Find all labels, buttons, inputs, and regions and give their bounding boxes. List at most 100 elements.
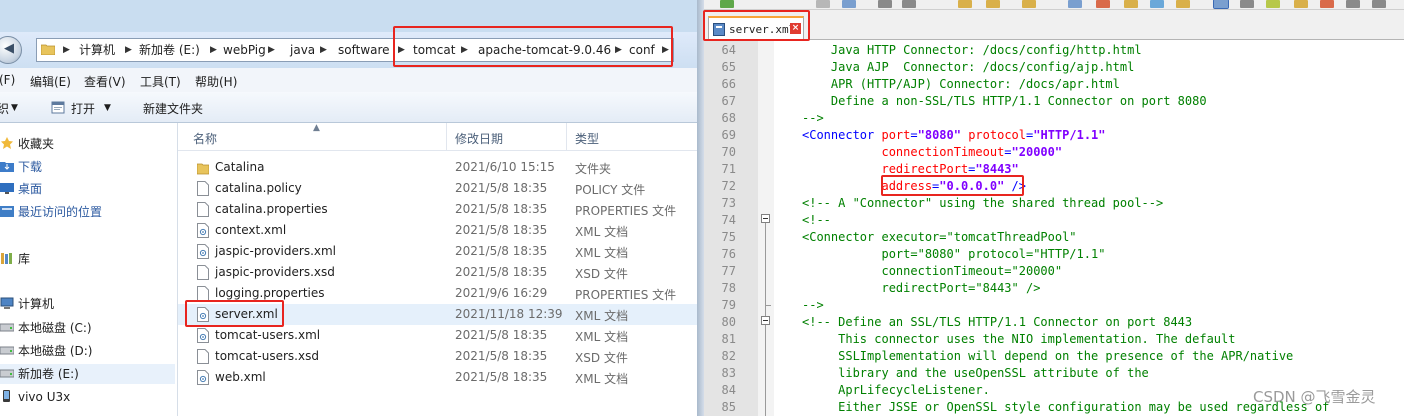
xml-file-icon <box>197 328 209 343</box>
toolbar-icon[interactable] <box>1022 0 1036 8</box>
column-header-type[interactable]: 类型 <box>575 130 599 147</box>
breadcrumb-separator[interactable]: ▶ <box>320 42 327 60</box>
menu-file[interactable]: (F) <box>0 73 15 87</box>
column-divider[interactable] <box>446 123 447 151</box>
chevron-down-icon[interactable]: ▼ <box>11 103 18 113</box>
chevron-down-icon[interactable]: ▼ <box>104 103 111 113</box>
back-button[interactable]: ◀ <box>0 36 22 64</box>
toolbar-icon[interactable] <box>1294 0 1308 8</box>
file-date: 2021/5/8 18:35 <box>455 349 548 363</box>
toolbar-icon[interactable] <box>1213 0 1229 9</box>
open-button[interactable]: 打开 <box>71 100 95 117</box>
code-token: library and the useOpenSSL attribute of … <box>802 366 1149 380</box>
nav-item-drive-c[interactable]: 本地磁盘 (C:) <box>0 318 92 338</box>
xml-file-icon <box>197 223 209 238</box>
line-number: 85 <box>721 400 736 414</box>
breadcrumb-item[interactable]: software <box>338 42 390 60</box>
toolbar-icon[interactable] <box>986 0 1000 8</box>
toolbar-icon[interactable] <box>1346 0 1360 8</box>
toolbar-icon[interactable] <box>1266 0 1280 8</box>
line-number: 76 <box>721 247 736 261</box>
code-text: SSLImplementation will depend on the pre… <box>802 349 1293 363</box>
breadcrumb-separator[interactable]: ▶ <box>125 42 132 60</box>
toolbar-icon[interactable] <box>902 0 916 8</box>
file-row[interactable]: catalina.policy 2021/5/8 18:35 POLICY 文件 <box>178 178 697 199</box>
menu-edit[interactable]: 编辑(E) <box>30 73 71 90</box>
toolbar-icon[interactable] <box>1320 0 1334 8</box>
breadcrumb-item[interactable]: 计算机 <box>79 42 115 60</box>
column-header-name[interactable]: 名称 <box>193 130 217 147</box>
folder-icon <box>196 160 210 175</box>
file-row[interactable]: jaspic-providers.xml 2021/5/8 18:35 XML 文档 <box>178 241 697 262</box>
column-divider[interactable] <box>566 123 567 151</box>
toolbar-icon[interactable] <box>1124 0 1138 8</box>
organize-button[interactable]: 织 <box>0 100 9 117</box>
nav-item-recent[interactable]: 最近访问的位置 <box>0 202 102 222</box>
file-date: 2021/9/6 16:29 <box>455 286 548 300</box>
toolbar-icon[interactable] <box>1068 0 1082 8</box>
nav-item-computer[interactable]: 计算机 <box>0 294 54 314</box>
nav-item-favorites[interactable]: 收藏夹 <box>0 134 54 154</box>
code-text: port="8080" protocol="HTTP/1.1" <box>802 247 1105 261</box>
toolbar-icon[interactable] <box>816 0 830 8</box>
file-row[interactable]: web.xml 2021/5/8 18:35 XML 文档 <box>178 367 697 388</box>
toolbar-icon[interactable] <box>1240 0 1254 8</box>
code-line: 75 <Connector executor="tomcatThreadPool" <box>704 229 1404 246</box>
file-row[interactable]: jaspic-providers.xsd 2021/5/8 18:35 XSD 文件 <box>178 262 697 283</box>
sort-ascending-icon: ▲ <box>313 123 320 133</box>
menu-view[interactable]: 查看(V) <box>84 73 126 90</box>
breadcrumb-item[interactable]: 新加卷 (E:) <box>139 42 200 60</box>
nav-item-desktop[interactable]: 桌面 <box>0 179 42 199</box>
line-number: 65 <box>721 60 736 74</box>
column-header-date[interactable]: 修改日期 <box>455 130 503 147</box>
breadcrumb-item[interactable]: webPig <box>223 42 266 60</box>
code-line: 70 connectionTimeout="20000" <box>704 144 1404 161</box>
code-line: 76 port="8080" protocol="HTTP/1.1" <box>704 246 1404 263</box>
file-row[interactable]: Catalina 2021/6/10 15:15 文件夹 <box>178 157 697 178</box>
toolbar-icon[interactable] <box>842 0 856 8</box>
file-row[interactable]: tomcat-users.xsd 2021/5/8 18:35 XSD 文件 <box>178 346 697 367</box>
toolbar-icon[interactable] <box>1096 0 1110 8</box>
breadcrumb-item[interactable]: java <box>290 42 315 60</box>
toolbar-icon[interactable] <box>1372 0 1386 8</box>
file-type: XML 文档 <box>575 225 629 239</box>
toolbar-icon[interactable] <box>1176 0 1190 8</box>
code-line: 71 redirectPort="8443" <box>704 161 1404 178</box>
menu-tools[interactable]: 工具(T) <box>140 73 181 90</box>
line-number: 78 <box>721 281 736 295</box>
command-bar: 织 ▼ 打开 ▼ 新建文件夹 <box>0 92 697 123</box>
download-folder-icon <box>0 162 14 172</box>
nav-item-drive-d[interactable]: 本地磁盘 (D:) <box>0 341 92 361</box>
file-row[interactable]: context.xml 2021/5/8 18:35 XML 文档 <box>178 220 697 241</box>
code-token: = <box>910 128 918 142</box>
code-token: = <box>1004 145 1012 159</box>
nav-label: 库 <box>18 252 31 266</box>
nav-item-downloads[interactable]: 下载 <box>0 157 42 177</box>
code-line: 83 library and the useOpenSSL attribute … <box>704 365 1404 382</box>
breadcrumb-separator[interactable]: ▶ <box>210 42 217 60</box>
file-name: Catalina <box>215 160 265 174</box>
file-row[interactable]: catalina.properties 2021/5/8 18:35 PROPERT… <box>178 199 697 220</box>
nav-item-library[interactable]: 库 <box>0 249 30 269</box>
nav-item-drive-e[interactable]: 新加卷 (E:) <box>0 364 175 384</box>
code-token: <!-- <box>802 213 831 227</box>
toolbar-icon[interactable] <box>958 0 972 8</box>
new-file-icon[interactable] <box>720 0 734 8</box>
file-row[interactable]: tomcat-users.xml 2021/5/8 18:35 XML 文档 <box>178 325 697 346</box>
code-text: <Connector port="8080" protocol="HTTP/1.… <box>802 128 1106 142</box>
breadcrumb-separator[interactable]: ▶ <box>63 42 70 60</box>
new-folder-button[interactable]: 新建文件夹 <box>143 100 203 117</box>
toolbar-icon[interactable] <box>878 0 892 8</box>
file-name: jaspic-providers.xsd <box>215 265 335 279</box>
nav-item-phone[interactable]: vivo U3x <box>0 387 70 407</box>
file-type: XSD 文件 <box>575 351 628 365</box>
navigation-pane: 收藏夹 下载 桌面 最近访问的位置 库 计算机 本地磁盘 (C:) 本地磁盘 (… <box>0 123 177 416</box>
recent-places-icon <box>0 206 14 217</box>
breadcrumb-separator[interactable]: ▶ <box>268 42 275 60</box>
menu-help[interactable]: 帮助(H) <box>195 73 237 90</box>
file-date: 2021/5/8 18:35 <box>455 265 548 279</box>
code-area[interactable]: 64 Java HTTP Connector: /docs/config/htt… <box>704 40 1404 416</box>
line-number: 84 <box>721 383 736 397</box>
file-icon <box>197 181 209 196</box>
toolbar-icon[interactable] <box>1150 0 1164 8</box>
